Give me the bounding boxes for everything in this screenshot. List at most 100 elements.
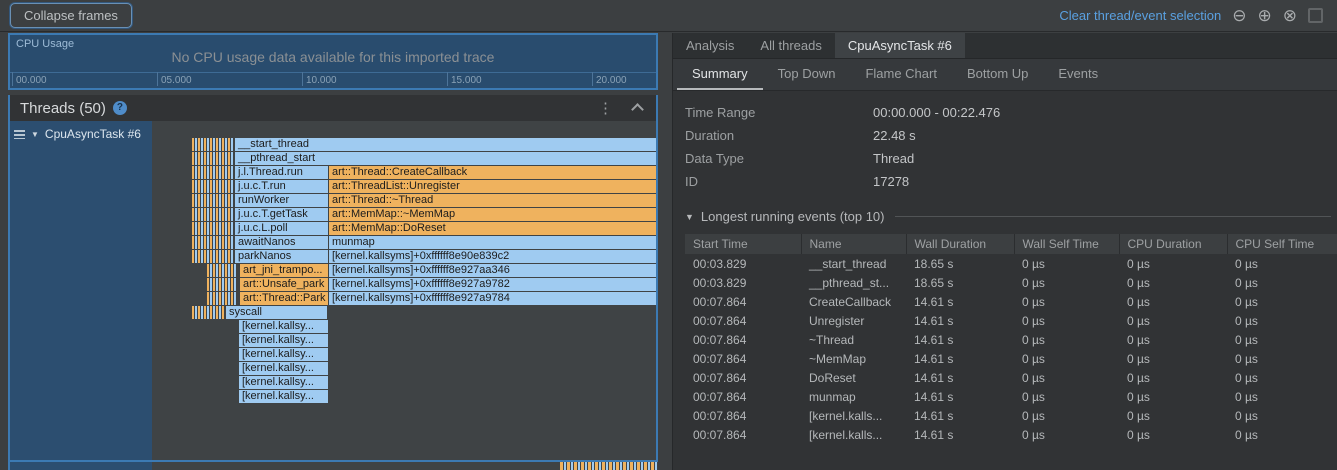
next-thread-list-cell[interactable] — [10, 462, 152, 470]
collapse-frames-button[interactable]: Collapse frames — [10, 3, 132, 28]
collapse-section-icon[interactable]: ▼ — [685, 212, 694, 222]
flame-micro-frames[interactable] — [192, 306, 224, 319]
flame-bar[interactable]: art::ThreadList::Unregister — [329, 180, 656, 193]
flame-micro-frames[interactable] — [192, 250, 234, 263]
flame-bar[interactable]: j.u.c.T.getTask — [235, 208, 328, 221]
table-row[interactable]: 00:07.864DoReset14.61 s0 µs0 µs0 µs — [685, 368, 1337, 387]
table-row[interactable]: 00:03.829__pthread_st...18.65 s0 µs0 µs0… — [685, 273, 1337, 292]
subtab-summary[interactable]: Summary — [677, 59, 763, 90]
field-label: Data Type — [685, 151, 873, 166]
flame-row: art_jni_trampo...[kernel.kallsyms]+0xfff… — [152, 264, 656, 277]
flame-bar[interactable]: [kernel.kallsy... — [239, 348, 328, 361]
table-cell: 00:07.864 — [685, 406, 801, 425]
flame-bar[interactable]: parkNanos — [235, 250, 328, 263]
flame-bar[interactable]: [kernel.kallsyms]+0xffffff8e927a9784 — [329, 292, 656, 305]
subtab-events[interactable]: Events — [1043, 59, 1113, 90]
column-header-cpu-duration[interactable]: CPU Duration — [1119, 234, 1227, 254]
subtab-bottom-up[interactable]: Bottom Up — [952, 59, 1043, 90]
flame-micro-frames[interactable] — [192, 152, 234, 165]
table-row[interactable]: 00:07.864[kernel.kalls...14.61 s0 µs0 µs… — [685, 406, 1337, 425]
column-header-name[interactable]: Name — [801, 234, 906, 254]
table-row[interactable]: 00:03.829__start_thread18.65 s0 µs0 µs0 … — [685, 254, 1337, 273]
thread-list-item[interactable]: ▼ CpuAsyncTask #6 — [10, 121, 152, 141]
flame-bar[interactable]: [kernel.kallsy... — [239, 320, 328, 333]
table-cell: 0 µs — [1014, 273, 1119, 292]
reset-zoom-icon[interactable]: ⊗ — [1283, 7, 1297, 24]
flame-bar[interactable]: art::Thread::Park — [240, 292, 328, 305]
flame-bar[interactable]: j.l.Thread.run — [235, 166, 328, 179]
flame-bar[interactable]: [kernel.kallsyms]+0xffffff8e90e839c2 — [329, 250, 656, 263]
next-thread-flame[interactable] — [152, 462, 656, 470]
flame-micro-frames[interactable] — [207, 264, 237, 277]
flame-bar[interactable]: j.u.c.T.run — [235, 180, 328, 193]
flame-bar[interactable]: art::MemMap::DoReset — [329, 222, 656, 235]
zoom-out-icon[interactable]: ⊖ — [1232, 7, 1246, 24]
column-header-cpu-self-time[interactable]: CPU Self Time — [1227, 234, 1337, 254]
flame-bar[interactable]: art_jni_trampo... — [240, 264, 328, 277]
expand-thread-icon[interactable]: ▼ — [31, 130, 39, 139]
table-row[interactable]: 00:07.864[kernel.kalls...14.61 s0 µs0 µs… — [685, 425, 1337, 444]
tab-all-threads[interactable]: All threads — [747, 33, 834, 58]
flame-bar[interactable]: syscall — [226, 306, 327, 319]
help-icon[interactable]: ? — [113, 101, 127, 115]
flame-row: parkNanos[kernel.kallsyms]+0xffffff8e90e… — [152, 250, 656, 263]
flame-micro-frames[interactable] — [192, 236, 234, 249]
time-tick-label: 05.000 — [161, 75, 192, 86]
flame-micro-frames[interactable] — [192, 208, 234, 221]
subtab-flame-chart[interactable]: Flame Chart — [850, 59, 952, 90]
flame-micro-frames[interactable] — [192, 166, 234, 179]
flame-bar[interactable]: runWorker — [235, 194, 328, 207]
flame-micro-frames[interactable] — [207, 278, 237, 291]
flame-micro-frames[interactable] — [207, 292, 237, 305]
table-row[interactable]: 00:07.864~Thread14.61 s0 µs0 µs0 µs — [685, 330, 1337, 349]
flame-micro-frames[interactable] — [192, 138, 234, 151]
next-thread-stripes[interactable] — [560, 462, 658, 470]
flame-micro-frames[interactable] — [192, 180, 234, 193]
table-row[interactable]: 00:07.864~MemMap14.61 s0 µs0 µs0 µs — [685, 349, 1337, 368]
tab-cpuasynctask-6[interactable]: CpuAsyncTask #6 — [835, 33, 965, 58]
table-row[interactable]: 00:07.864CreateCallback14.61 s0 µs0 µs0 … — [685, 292, 1337, 311]
flame-bar[interactable]: art::Unsafe_park — [240, 278, 328, 291]
flame-bar[interactable]: awaitNanos — [235, 236, 328, 249]
table-row[interactable]: 00:07.864Unregister14.61 s0 µs0 µs0 µs — [685, 311, 1337, 330]
drag-handle-icon[interactable] — [14, 130, 25, 139]
flame-micro-frames[interactable] — [192, 194, 234, 207]
field-value: Thread — [873, 151, 914, 166]
flame-bar[interactable]: j.u.c.L.poll — [235, 222, 328, 235]
flame-micro-frames[interactable] — [192, 222, 234, 235]
table-cell: 00:07.864 — [685, 425, 801, 444]
flame-bar[interactable]: munmap — [329, 236, 656, 249]
right-tabs: AnalysisAll threadsCpuAsyncTask #6 — [673, 33, 1337, 59]
flame-bar[interactable]: [kernel.kallsy... — [239, 362, 328, 375]
flame-bar[interactable]: [kernel.kallsyms]+0xffffff8e927a9782 — [329, 278, 656, 291]
table-cell: 00:03.829 — [685, 254, 801, 273]
column-header-wall-duration[interactable]: Wall Duration — [906, 234, 1014, 254]
events-section-header[interactable]: ▼ Longest running events (top 10) — [685, 209, 1337, 224]
table-row[interactable]: 00:07.864munmap14.61 s0 µs0 µs0 µs — [685, 387, 1337, 406]
flame-chart[interactable]: __start_thread__pthread_startj.l.Thread.… — [152, 121, 656, 460]
flame-bar[interactable]: [kernel.kallsy... — [239, 390, 328, 403]
table-cell: 0 µs — [1014, 387, 1119, 406]
flame-row: art::Unsafe_park[kernel.kallsyms]+0xffff… — [152, 278, 656, 291]
flame-bar[interactable]: art::Thread::CreateCallback — [329, 166, 656, 179]
column-header-start-time[interactable]: Start Time — [685, 234, 801, 254]
flame-bar[interactable]: art::MemMap::~MemMap — [329, 208, 656, 221]
subtab-top-down[interactable]: Top Down — [763, 59, 851, 90]
flame-bar[interactable]: [kernel.kallsy... — [239, 334, 328, 347]
flame-bar[interactable]: __pthread_start — [235, 152, 656, 165]
column-header-wall-self-time[interactable]: Wall Self Time — [1014, 234, 1119, 254]
flame-bar[interactable]: [kernel.kallsy... — [239, 376, 328, 389]
table-cell: 0 µs — [1227, 368, 1337, 387]
table-cell: 14.61 s — [906, 406, 1014, 425]
zoom-to-selection-icon[interactable] — [1308, 8, 1323, 23]
tab-analysis[interactable]: Analysis — [673, 33, 747, 58]
cpu-usage-chart[interactable]: CPU Usage No CPU usage data available fo… — [8, 33, 658, 90]
flame-bar[interactable]: __start_thread — [235, 138, 656, 151]
flame-bar[interactable]: [kernel.kallsyms]+0xffffff8e927aa346 — [329, 264, 656, 277]
table-cell: 0 µs — [1014, 368, 1119, 387]
clear-thread-event-selection-link[interactable]: Clear thread/event selection — [1059, 8, 1221, 23]
collapse-panel-icon[interactable] — [631, 103, 644, 116]
flame-bar[interactable]: art::Thread::~Thread — [329, 194, 656, 207]
zoom-in-icon[interactable]: ⊕ — [1258, 7, 1272, 24]
more-options-icon[interactable]: ⋮ — [598, 101, 613, 116]
